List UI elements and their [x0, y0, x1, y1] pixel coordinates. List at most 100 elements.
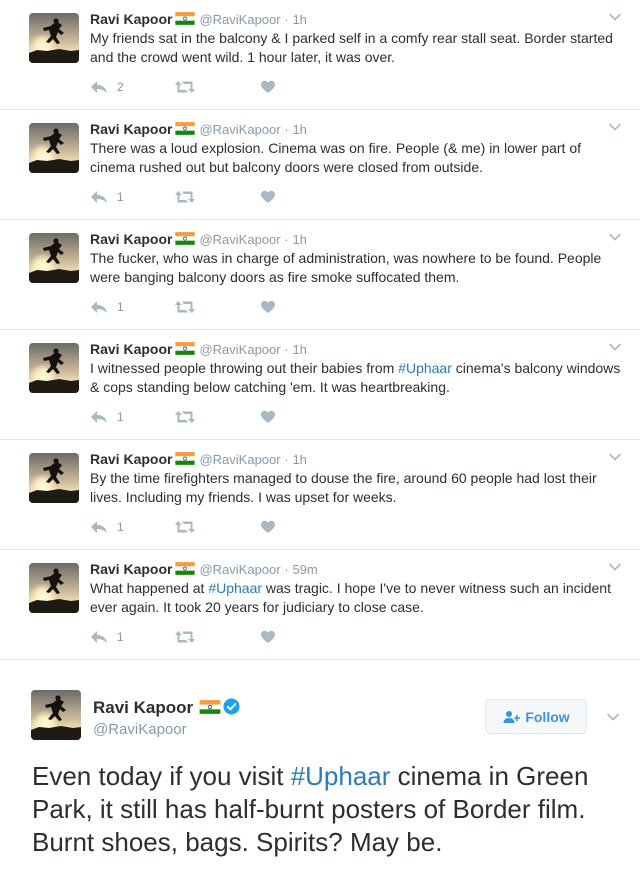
avatar[interactable]: [29, 123, 79, 173]
tweet-header: Ravi Kapoor @RaviKapoor · 1h: [90, 11, 307, 28]
reply-icon: [90, 629, 108, 645]
retweet-button[interactable]: [174, 628, 196, 646]
author-handle[interactable]: @RaviKapoor ·: [199, 562, 288, 577]
author-name[interactable]: Ravi Kapoor: [90, 341, 172, 357]
caret-down-icon[interactable]: [608, 230, 622, 244]
featured-author-name[interactable]: Ravi Kapoor: [93, 698, 240, 718]
tweet-item[interactable]: Ravi Kapoor @RaviKapoor · 1h By the time …: [0, 440, 640, 550]
retweet-icon: [174, 519, 196, 535]
tweet-actions: 1: [90, 298, 390, 316]
tweet-timestamp[interactable]: 1h: [292, 232, 306, 247]
reply-count: 1: [117, 300, 124, 314]
tweet-timestamp[interactable]: 1h: [292, 122, 306, 137]
reply-button[interactable]: 1: [90, 408, 124, 426]
tweet-item[interactable]: Ravi Kapoor @RaviKapoor · 59m What happen…: [0, 550, 640, 660]
tweet-text: My friends sat in the balcony & I parked…: [90, 29, 625, 67]
tweet-item[interactable]: Ravi Kapoor @RaviKapoor · 1h There was a …: [0, 110, 640, 220]
like-button[interactable]: [260, 298, 276, 316]
india-flag-icon: [175, 452, 195, 465]
author-name[interactable]: Ravi Kapoor: [90, 11, 172, 27]
featured-author-handle[interactable]: @RaviKapoor: [93, 721, 187, 738]
avatar[interactable]: [29, 563, 79, 613]
reply-count: 1: [117, 410, 124, 424]
tweet-text: I witnessed people throwing out their ba…: [90, 359, 625, 397]
india-flag-icon: [175, 12, 195, 25]
follow-label: Follow: [525, 708, 570, 725]
caret-down-icon[interactable]: [608, 340, 622, 354]
retweet-button[interactable]: [174, 408, 196, 426]
tweet-text: What happened at #Uphaar was tragic. I h…: [90, 579, 625, 617]
tweet-text: By the time firefighters managed to dous…: [90, 469, 625, 507]
like-icon: [260, 409, 276, 425]
caret-down-icon[interactable]: [608, 120, 622, 134]
tweet-timestamp[interactable]: 1h: [292, 452, 306, 467]
tweet-timestamp[interactable]: 1h: [292, 12, 306, 27]
tweet-text-body: There was a loud explosion. Cinema was o…: [90, 140, 582, 175]
retweet-button[interactable]: [174, 298, 196, 316]
author-name[interactable]: Ravi Kapoor: [90, 561, 172, 577]
tweet-item[interactable]: Ravi Kapoor @RaviKapoor · 1h The fucker, …: [0, 220, 640, 330]
reply-count: 2: [117, 80, 124, 94]
reply-button[interactable]: 1: [90, 298, 124, 316]
retweet-button[interactable]: [174, 188, 196, 206]
retweet-button[interactable]: [174, 78, 196, 96]
avatar[interactable]: [29, 453, 79, 503]
like-button[interactable]: [260, 188, 276, 206]
caret-down-icon[interactable]: [608, 450, 622, 464]
avatar[interactable]: [29, 13, 79, 63]
tweet-timestamp[interactable]: 1h: [292, 342, 306, 357]
reply-count: 1: [117, 190, 124, 204]
reply-icon: [90, 409, 108, 425]
reply-button[interactable]: 1: [90, 518, 124, 536]
tweet-header: Ravi Kapoor @RaviKapoor · 1h: [90, 341, 307, 358]
avatar[interactable]: [29, 343, 79, 393]
india-flag-icon: [199, 700, 221, 714]
like-button[interactable]: [260, 78, 276, 96]
author-name[interactable]: Ravi Kapoor: [93, 698, 193, 717]
tweet-text: There was a loud explosion. Cinema was o…: [90, 139, 625, 177]
tweet-actions: 1: [90, 408, 390, 426]
author-name[interactable]: Ravi Kapoor: [90, 121, 172, 137]
avatar[interactable]: [29, 233, 79, 283]
tweet-item[interactable]: Ravi Kapoor @RaviKapoor · 1h My friends s…: [0, 0, 640, 110]
caret-down-icon[interactable]: [608, 560, 622, 574]
hashtag-link[interactable]: #Uphaar: [398, 360, 452, 376]
hashtag-link[interactable]: #Uphaar: [291, 761, 391, 791]
like-button[interactable]: [260, 518, 276, 536]
reply-icon: [90, 519, 108, 535]
india-flag-icon: [175, 342, 195, 355]
author-handle[interactable]: @RaviKapoor ·: [199, 342, 288, 357]
reply-icon: [90, 299, 108, 315]
india-flag-icon: [175, 122, 195, 135]
featured-text-before: Even today if you visit: [32, 761, 291, 791]
avatar[interactable]: [31, 690, 81, 740]
tweet-text-before: I witnessed people throwing out their ba…: [90, 360, 399, 376]
author-handle[interactable]: @RaviKapoor ·: [199, 12, 288, 27]
reply-button[interactable]: 1: [90, 628, 124, 646]
retweet-button[interactable]: [174, 518, 196, 536]
retweet-icon: [174, 629, 196, 645]
author-handle[interactable]: @RaviKapoor ·: [199, 452, 288, 467]
tweet-item[interactable]: Ravi Kapoor @RaviKapoor · 1h I witnessed …: [0, 330, 640, 440]
hashtag-link[interactable]: #Uphaar: [208, 580, 262, 596]
author-name[interactable]: Ravi Kapoor: [90, 231, 172, 247]
tweet-actions: 2: [90, 78, 390, 96]
author-handle[interactable]: @RaviKapoor ·: [199, 122, 288, 137]
caret-down-icon[interactable]: [608, 10, 622, 24]
tweet-header: Ravi Kapoor @RaviKapoor · 1h: [90, 121, 307, 138]
author-handle[interactable]: @RaviKapoor ·: [199, 232, 288, 247]
like-button[interactable]: [260, 408, 276, 426]
reply-count: 1: [117, 520, 124, 534]
caret-down-icon[interactable]: [606, 710, 620, 724]
like-icon: [260, 189, 276, 205]
retweet-icon: [174, 189, 196, 205]
reply-button[interactable]: 2: [90, 78, 124, 96]
like-button[interactable]: [260, 628, 276, 646]
tweet-text-body: The fucker, who was in charge of adminis…: [90, 250, 602, 285]
follow-button[interactable]: Follow: [485, 699, 587, 734]
author-name[interactable]: Ravi Kapoor: [90, 451, 172, 467]
india-flag-icon: [175, 562, 195, 575]
reply-button[interactable]: 1: [90, 188, 124, 206]
tweet-header: Ravi Kapoor @RaviKapoor · 1h: [90, 231, 307, 248]
tweet-timestamp[interactable]: 59m: [292, 562, 317, 577]
